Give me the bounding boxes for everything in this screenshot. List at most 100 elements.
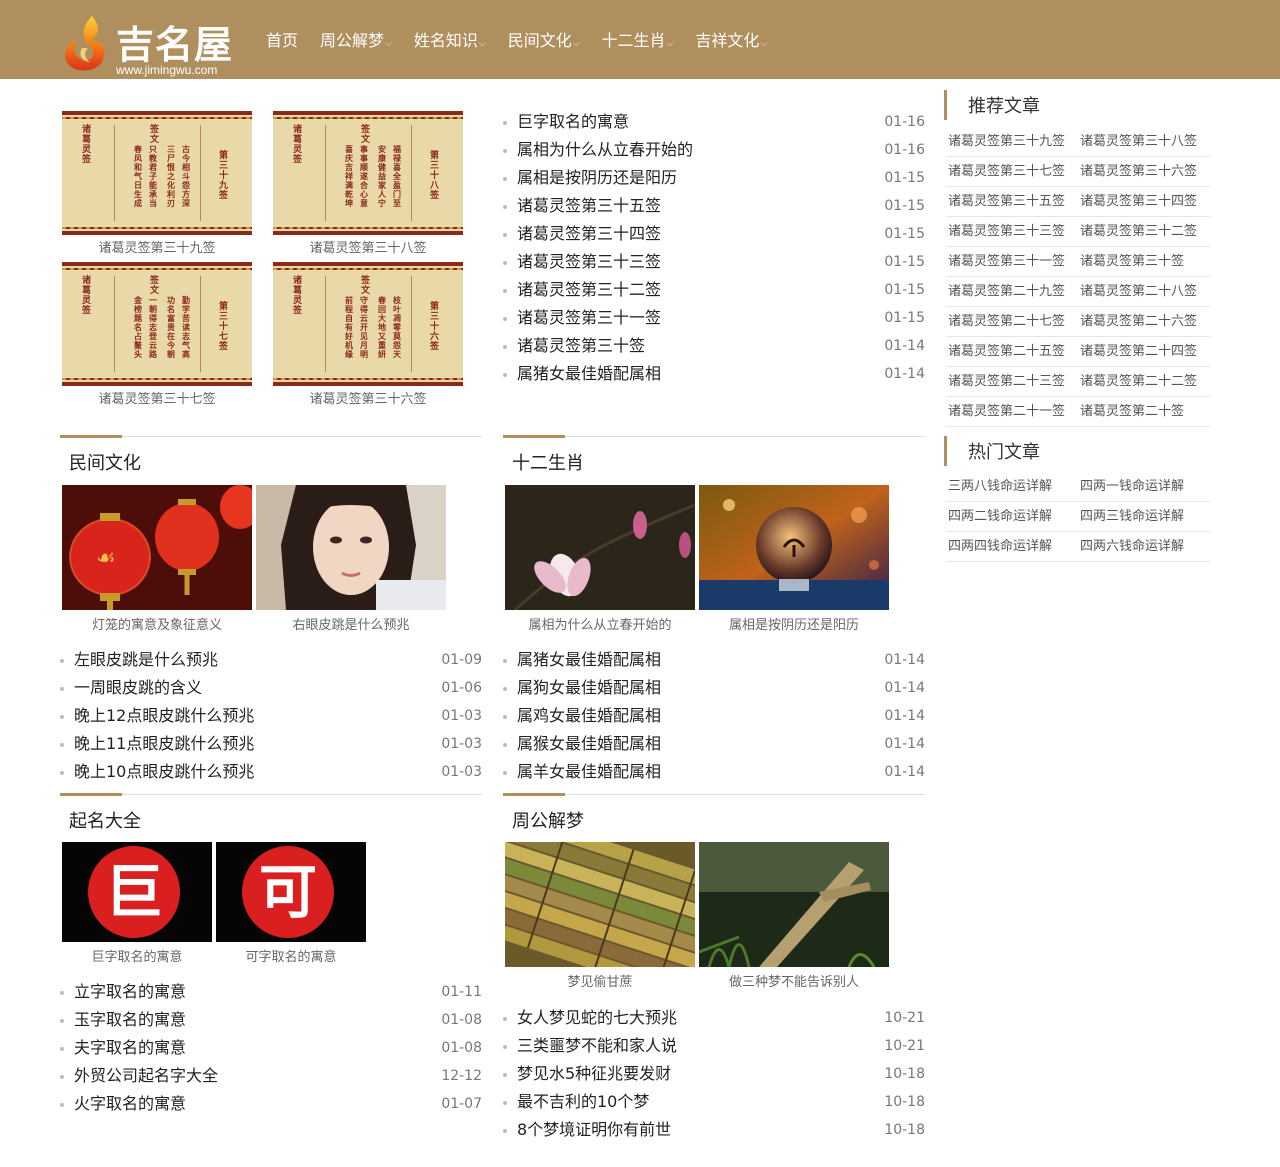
image-card[interactable]: 可 可字取名的寓意 — [216, 842, 366, 965]
sidebar-link[interactable]: 四两六钱命运详解 — [1078, 532, 1210, 561]
image-card[interactable]: 巨 巨字取名的寓意 — [62, 842, 212, 965]
nav-item-folk-culture[interactable]: 民间文化⌵ — [508, 0, 580, 79]
nav-item-zodiac[interactable]: 十二生肖⌵ — [602, 0, 674, 79]
list-item[interactable]: 晚上11点眼皮跳什么预兆 01-03 — [60, 730, 482, 758]
nav-item-dream[interactable]: 周公解梦⌵ — [320, 0, 392, 79]
list-item[interactable]: 夫字取名的寓意 01-08 — [60, 1034, 482, 1062]
list-item[interactable]: 玉字取名的寓意 01-08 — [60, 1006, 482, 1034]
nav-label: 十二生肖 — [601, 31, 666, 50]
list-item[interactable]: 8个梦境证明你有前世 10-18 — [503, 1116, 925, 1144]
list-item[interactable]: 一周眼皮跳的含义 01-06 — [60, 674, 482, 702]
card-caption[interactable]: 巨字取名的寓意 — [62, 946, 212, 965]
list-item[interactable]: 最不吉利的10个梦 10-18 — [503, 1088, 925, 1116]
nav-item-name-knowledge[interactable]: 姓名知识⌵ — [414, 0, 486, 79]
sidebar-link[interactable]: 诸葛灵签第三十二签 — [1078, 217, 1210, 246]
list-item[interactable]: 外贸公司起名字大全 12-12 — [60, 1062, 482, 1090]
card-caption[interactable]: 灯笼的寓意及象征意义 — [62, 614, 252, 633]
list-item[interactable]: 诸葛灵签第三十三签 01-15 — [503, 248, 925, 276]
list-item-title: 梦见水5种征兆要发财 — [517, 1064, 672, 1083]
list-item-title: 晚上12点眼皮跳什么预兆 — [74, 706, 255, 725]
list-item[interactable]: 巨字取名的寓意 01-16 — [503, 108, 925, 136]
list-item[interactable]: 女人梦见蛇的七大预兆 10-21 — [503, 1004, 925, 1032]
image-card[interactable]: 做三种梦不能告诉别人 — [699, 842, 889, 990]
sidebar-link[interactable]: 诸葛灵签第三十一签 — [946, 247, 1078, 276]
image-card[interactable]: ☙ 灯笼的寓意及象征意义 — [62, 485, 252, 633]
sidebar-link[interactable]: 诸葛灵签第三十六签 — [1078, 157, 1210, 186]
sidebar-link[interactable]: 四两三钱命运详解 — [1078, 502, 1210, 531]
sidebar-link[interactable]: 诸葛灵签第二十二签 — [1078, 367, 1210, 396]
list-item[interactable]: 梦见水5种征兆要发财 10-18 — [503, 1060, 925, 1088]
card-caption[interactable]: 做三种梦不能告诉别人 — [699, 971, 889, 990]
card-caption[interactable]: 属相是按阴历还是阳历 — [699, 614, 889, 633]
sidebar-link[interactable]: 诸葛灵签第三十七签 — [946, 157, 1078, 186]
list-item[interactable]: 诸葛灵签第三十五签 01-15 — [503, 192, 925, 220]
list-item[interactable]: 诸葛灵签第三十二签 01-15 — [503, 276, 925, 304]
card-caption[interactable]: 梦见偷甘蔗 — [505, 971, 695, 990]
list-item[interactable]: 属猪女最佳婚配属相 01-14 — [503, 360, 925, 388]
image-card[interactable]: 梦见偷甘蔗 — [505, 842, 695, 990]
card-caption[interactable]: 右眼皮跳是什么预兆 — [256, 614, 446, 633]
sidebar-link[interactable]: 诸葛灵签第二十五签 — [946, 337, 1078, 366]
sidebar-link[interactable]: 四两二钱命运详解 — [946, 502, 1078, 531]
image-card[interactable]: 属相是按阴历还是阳历 — [699, 485, 889, 633]
card-caption[interactable]: 诸葛灵签第三十七签 — [62, 388, 252, 407]
sign-card[interactable]: 诸葛灵签 签文 古今相斗怨方深 三尸恨之化利刃 只教君子能承当 春风和气日生成 第三十九签诸… — [62, 111, 252, 256]
sidebar-link[interactable]: 诸葛灵签第二十一签 — [946, 397, 1078, 426]
list-item[interactable]: 晚上10点眼皮跳什么预兆 01-03 — [60, 758, 482, 786]
section-title[interactable]: 起名大全 — [69, 807, 141, 833]
sidebar-link[interactable]: 诸葛灵签第三十三签 — [946, 217, 1078, 246]
sign-divider — [200, 125, 201, 221]
image-card[interactable]: 右眼皮跳是什么预兆 — [256, 485, 446, 633]
list-item-title: 诸葛灵签第三十三签 — [517, 252, 662, 271]
nav-item-home[interactable]: 首页 — [266, 0, 298, 79]
sidebar-link[interactable]: 四两一钱命运详解 — [1078, 472, 1210, 501]
sidebar-link[interactable]: 诸葛灵签第三十九签 — [946, 127, 1078, 156]
sidebar-link[interactable]: 诸葛灵签第二十四签 — [1078, 337, 1210, 366]
sign-verse-line: 一朝得志登云路 — [149, 296, 157, 359]
section-title[interactable]: 民间文化 — [69, 449, 141, 475]
image-card[interactable]: 属相为什么从立春开始的 — [505, 485, 695, 633]
card-caption[interactable]: 可字取名的寓意 — [216, 946, 366, 965]
section-title[interactable]: 十二生肖 — [512, 449, 584, 475]
sidebar-link[interactable]: 三两八钱命运详解 — [946, 472, 1078, 501]
sidebar-link[interactable]: 诸葛灵签第二十三签 — [946, 367, 1078, 396]
list-item[interactable]: 属鸡女最佳婚配属相 01-14 — [503, 702, 925, 730]
list-item[interactable]: 属相是按阴历还是阳历 01-15 — [503, 164, 925, 192]
list-item[interactable]: 诸葛灵签第三十四签 01-15 — [503, 220, 925, 248]
card-caption[interactable]: 属相为什么从立春开始的 — [505, 614, 695, 633]
list-item[interactable]: 属相为什么从立春开始的 01-16 — [503, 136, 925, 164]
sidebar-link[interactable]: 诸葛灵签第三十四签 — [1078, 187, 1210, 216]
list-item[interactable]: 属猴女最佳婚配属相 01-14 — [503, 730, 925, 758]
sidebar-link[interactable]: 诸葛灵签第二十七签 — [946, 307, 1078, 336]
sign-card[interactable]: 诸葛灵签 签文 勤学苦读志气高 功名富贵在今朝 一朝得志登云路 金榜题名占鳌头 第三十七签诸… — [62, 262, 252, 407]
sidebar-link[interactable]: 四两四钱命运详解 — [946, 532, 1078, 561]
sign-verse-line: 福禄喜全盈门至 — [393, 145, 401, 208]
sign-card[interactable]: 诸葛灵签 签文 福禄喜全盈门至 安康健益家人宁 事事顺遂合心意 喜庆吉祥满乾坤 第三十八签诸… — [273, 111, 463, 256]
list-item[interactable]: 属猪女最佳婚配属相 01-14 — [503, 646, 925, 674]
list-item[interactable]: 诸葛灵签第三十一签 01-15 — [503, 304, 925, 332]
list-item[interactable]: 火字取名的寓意 01-07 — [60, 1090, 482, 1118]
list-item[interactable]: 左眼皮跳是什么预兆 01-09 — [60, 646, 482, 674]
list-item[interactable]: 诸葛灵签第三十签 01-14 — [503, 332, 925, 360]
list-item[interactable]: 立字取名的寓意 01-11 — [60, 978, 482, 1006]
site-logo[interactable]: 吉名屋 www.jimingwu.com — [62, 12, 247, 78]
sidebar-link[interactable]: 诸葛灵签第三十五签 — [946, 187, 1078, 216]
sidebar-link[interactable]: 诸葛灵签第二十六签 — [1078, 307, 1210, 336]
list-item[interactable]: 属狗女最佳婚配属相 01-14 — [503, 674, 925, 702]
section-title[interactable]: 周公解梦 — [512, 807, 584, 833]
list-item[interactable]: 三类噩梦不能和家人说 10-21 — [503, 1032, 925, 1060]
sidebar-link[interactable]: 诸葛灵签第二十九签 — [946, 277, 1078, 306]
sidebar-link[interactable]: 诸葛灵签第二十签 — [1078, 397, 1210, 426]
list-item[interactable]: 属羊女最佳婚配属相 01-14 — [503, 758, 925, 786]
card-caption[interactable]: 诸葛灵签第三十八签 — [273, 237, 463, 256]
sign-card[interactable]: 诸葛灵签 签文 枝叶凋零莫怨天 春回大地又重妍 守得云开见月明 前程自有好机缘 第三十六签诸… — [273, 262, 463, 407]
sidebar-link[interactable]: 诸葛灵签第三十八签 — [1078, 127, 1210, 156]
list-item-title: 一周眼皮跳的含义 — [74, 678, 203, 697]
card-caption[interactable]: 诸葛灵签第三十九签 — [62, 237, 252, 256]
sidebar-link[interactable]: 诸葛灵签第三十签 — [1078, 247, 1210, 276]
list-item[interactable]: 晚上12点眼皮跳什么预兆 01-03 — [60, 702, 482, 730]
nav-item-lucky-culture[interactable]: 吉祥文化⌵ — [695, 0, 767, 79]
sidebar-row: 诸葛灵签第二十三签 诸葛灵签第二十二签 — [946, 367, 1210, 397]
sidebar-link[interactable]: 诸葛灵签第二十八签 — [1078, 277, 1210, 306]
card-caption[interactable]: 诸葛灵签第三十六签 — [273, 388, 463, 407]
